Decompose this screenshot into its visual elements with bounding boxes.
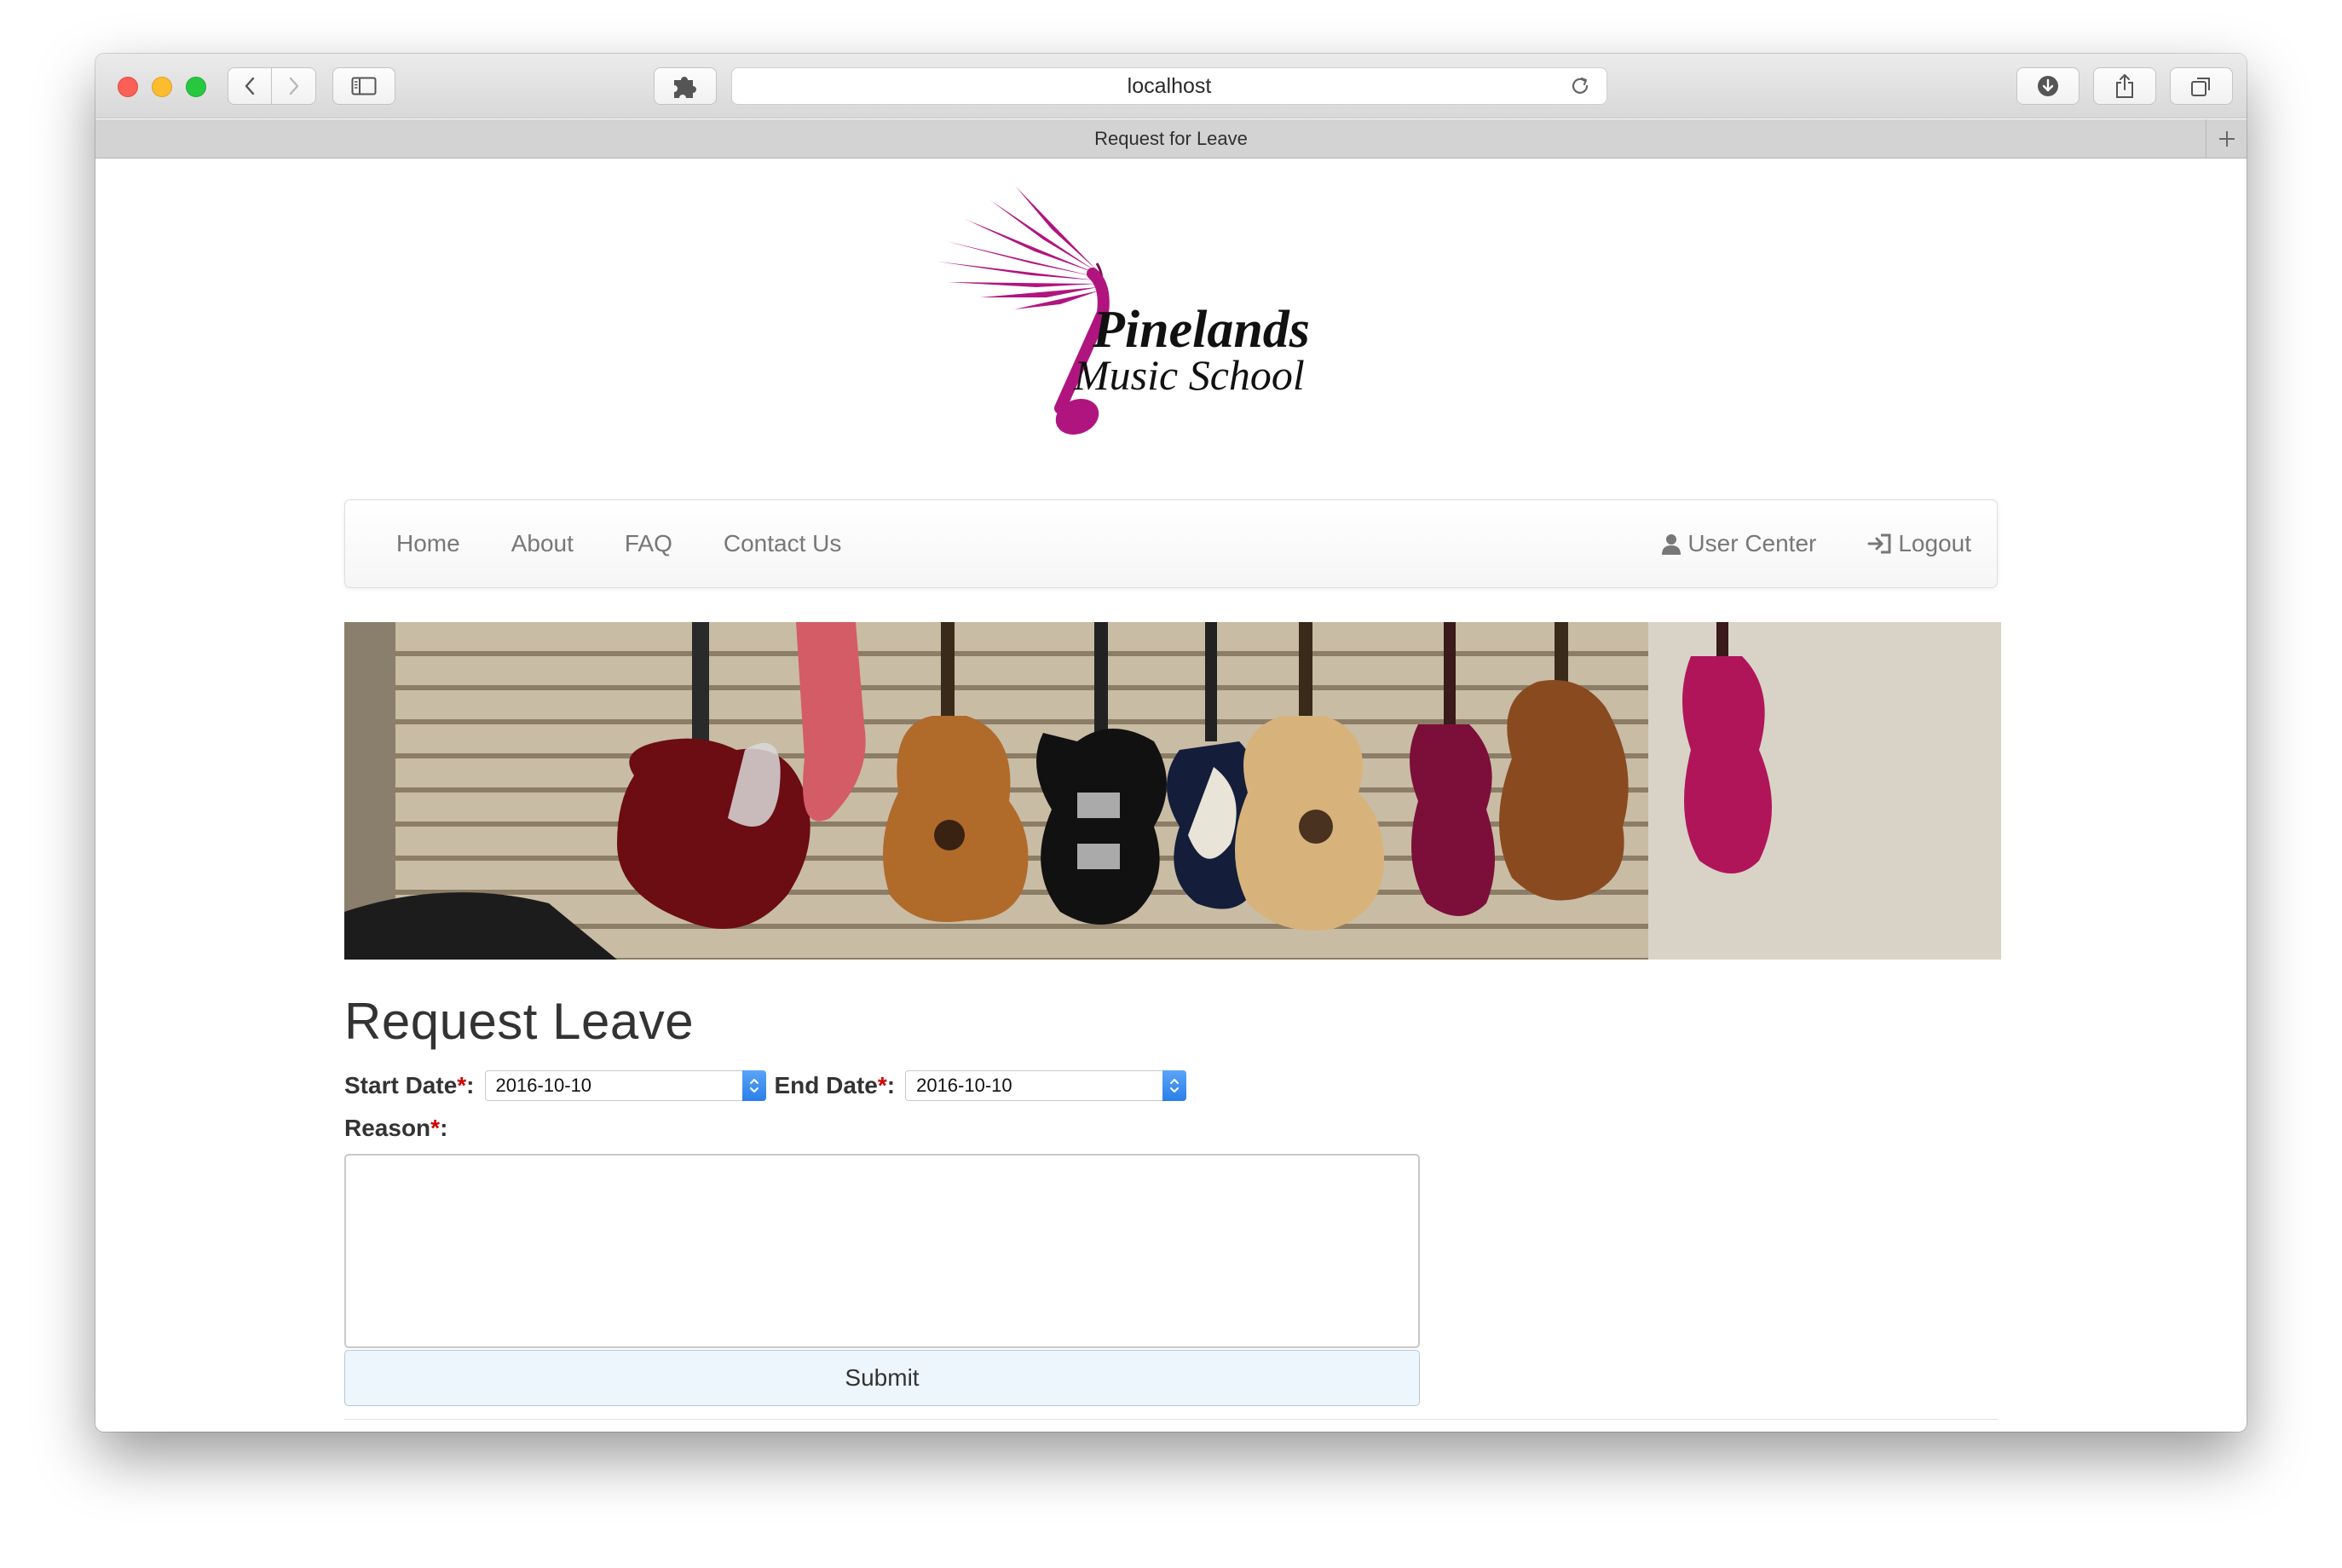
new-tab-button[interactable] [2206, 119, 2247, 158]
plus-icon [2218, 130, 2235, 147]
submit-button[interactable]: Submit [344, 1350, 1420, 1406]
start-date-input[interactable]: 2016-10-10 [484, 1070, 766, 1101]
browser-window: localhost Request for Leave Pinelands Mu… [95, 54, 2247, 1432]
guitar-banner-image [344, 622, 2001, 960]
end-date-value: 2016-10-10 [916, 1075, 1012, 1096]
end-date-stepper[interactable] [1162, 1070, 1187, 1101]
logout-label: Logout [1898, 530, 1971, 556]
updown-arrows-icon [1170, 1079, 1180, 1092]
updown-arrows-icon [749, 1079, 759, 1092]
close-window-button[interactable] [118, 77, 138, 97]
sidebar-toggle-button[interactable] [332, 67, 395, 105]
history-nav [228, 67, 316, 105]
download-icon [2038, 76, 2058, 96]
forward-button[interactable] [272, 67, 316, 105]
tab-title[interactable]: Request for Leave [1094, 128, 1248, 150]
reload-icon[interactable] [1569, 75, 1591, 97]
puzzle-icon [674, 77, 696, 98]
nav-about-link[interactable]: About [486, 499, 599, 588]
footer-divider [344, 1419, 1998, 1420]
user-icon [1662, 534, 1682, 555]
chevron-left-icon [245, 77, 255, 95]
back-button[interactable] [228, 67, 272, 105]
minimize-window-button[interactable] [152, 77, 172, 97]
page-content: Pinelands Music School Home About FAQ Co… [95, 159, 2247, 1432]
share-icon [2116, 74, 2133, 98]
start-date-label: Start Date*: [344, 1072, 475, 1098]
main-navbar: Home About FAQ Contact Us User Center Lo… [344, 499, 1998, 588]
reason-textarea[interactable] [344, 1154, 1420, 1348]
reason-row: Reason*: [344, 1111, 447, 1145]
logo-line1: Pinelands [1092, 301, 1310, 359]
zoom-window-button[interactable] [186, 77, 206, 97]
page-title: Request Leave [344, 993, 695, 1050]
extension-button[interactable] [654, 67, 717, 105]
end-date-label: End Date*: [774, 1072, 896, 1098]
user-center-label: User Center [1687, 530, 1817, 556]
nav-faq-link[interactable]: FAQ [599, 499, 698, 588]
nav-user-center-link[interactable]: User Center [1635, 499, 1842, 588]
url-text: localhost [1127, 73, 1212, 98]
sidebar-icon [351, 77, 377, 95]
wing-icon [937, 187, 1104, 309]
tabs-icon [2191, 78, 2210, 96]
nav-contact-link[interactable]: Contact Us [698, 499, 868, 588]
logout-icon [1867, 533, 1891, 554]
logo-line2: Music School [1073, 351, 1305, 399]
nav-logout-link[interactable]: Logout [1842, 499, 1997, 588]
tab-bar: Request for Leave [95, 119, 2247, 159]
reason-label: Reason*: [344, 1115, 448, 1141]
start-date-stepper[interactable] [741, 1070, 766, 1101]
chevron-right-icon [289, 77, 298, 95]
share-button[interactable] [2093, 67, 2156, 105]
downloads-button[interactable] [2016, 67, 2080, 105]
end-date-input[interactable]: 2016-10-10 [905, 1070, 1187, 1101]
nav-home-link[interactable]: Home [345, 499, 486, 588]
tabs-overview-button[interactable] [2170, 67, 2233, 105]
date-row: Start Date*: 2016-10-10 End Date*: 2016-… [344, 1069, 1187, 1103]
start-date-value: 2016-10-10 [495, 1075, 592, 1096]
browser-toolbar: localhost [95, 54, 2247, 118]
address-bar[interactable]: localhost [731, 67, 1607, 105]
school-logo[interactable]: Pinelands Music School [931, 185, 1374, 442]
